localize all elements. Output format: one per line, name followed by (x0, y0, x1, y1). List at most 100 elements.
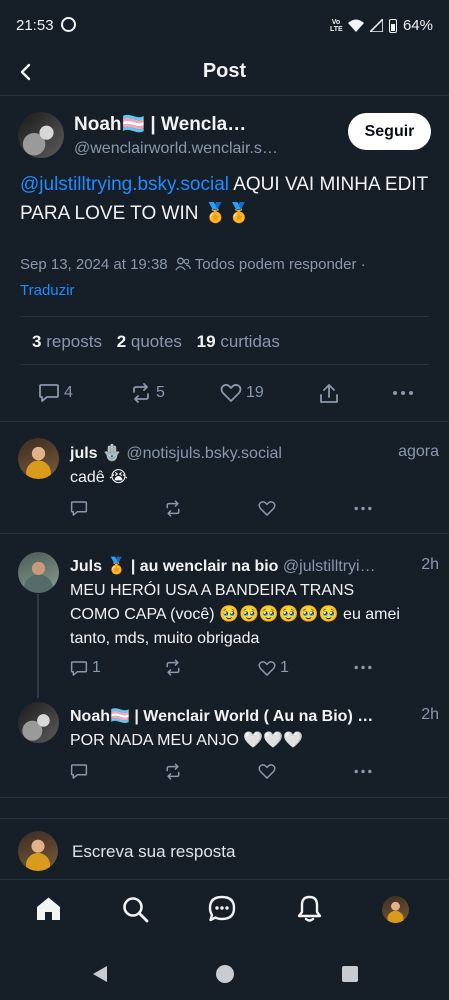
more-icon (354, 506, 372, 511)
reply-text: cadê 😭 (70, 469, 128, 486)
share-button[interactable] (318, 383, 340, 405)
reply-button[interactable] (70, 763, 88, 780)
likes-count: 19 (196, 332, 216, 351)
post-timestamp: Sep 13, 2024 at 19:38 (20, 256, 168, 273)
reply-handle[interactable]: @julstilltryi… (283, 558, 376, 575)
repost-button[interactable]: 5 (130, 383, 165, 403)
reply-icon (39, 384, 59, 402)
quotes-stat[interactable]: 2 quotes (117, 332, 182, 351)
reply-icon (70, 501, 88, 516)
battery-icon (388, 18, 397, 33)
author-avatar[interactable] (18, 112, 64, 158)
page-title: Post (202, 60, 247, 82)
search-icon[interactable] (122, 896, 149, 923)
status-indicators: Vo LTE 64% (330, 17, 433, 34)
reply-time: 2h (421, 706, 439, 723)
home-icon[interactable] (35, 896, 62, 922)
battery-percent: 64% (402, 17, 433, 34)
reply-button[interactable] (70, 500, 88, 517)
system-back-icon[interactable] (91, 964, 109, 984)
reply-avatar[interactable] (18, 438, 59, 479)
meta-separator: · (360, 256, 366, 273)
quotes-label: quotes (130, 332, 182, 351)
composer-divider (0, 818, 449, 819)
divider (0, 421, 449, 422)
repost-icon (166, 763, 180, 780)
reply-avatar[interactable] (18, 702, 59, 743)
more-options-button[interactable] (353, 763, 373, 780)
follow-button[interactable]: Seguir (348, 113, 431, 150)
repost-count: 5 (156, 384, 165, 401)
reply-header: Juls 🏅 | au wenclair na bio @julstilltry… (70, 556, 412, 576)
more-icon (354, 665, 372, 670)
reply-text: MEU HERÓI USA A BANDEIRA TRANS COMO CAPA… (70, 582, 400, 647)
composer-avatar (18, 831, 58, 871)
reply-composer-input[interactable]: Escreva sua resposta (72, 842, 235, 862)
divider (0, 797, 449, 798)
like-count: 19 (246, 384, 264, 401)
reply-text: POR NADA MEU ANJO 🤍🤍🤍 (70, 732, 304, 749)
more-icon (393, 391, 413, 395)
heart-icon (258, 501, 276, 516)
likes-stat[interactable]: 19 curtidas (197, 332, 280, 351)
repost-button[interactable] (164, 763, 182, 780)
reply-setting[interactable]: Todos podem responder (195, 256, 357, 273)
chat-icon[interactable] (208, 895, 236, 923)
reposts-stat[interactable]: 3 reposts (32, 332, 102, 351)
more-icon (354, 769, 372, 774)
share-icon (320, 384, 338, 403)
system-recents-icon[interactable] (341, 965, 359, 983)
like-button[interactable]: 19 (220, 383, 264, 403)
reply-button[interactable]: 1 (70, 659, 101, 677)
reply-handle[interactable]: @notisjuls.bsky.social (126, 445, 282, 462)
reply-button[interactable]: 4 (38, 383, 73, 403)
network-label: Vo LTE (329, 18, 343, 33)
divider (20, 316, 429, 317)
people-icon (175, 257, 191, 271)
mention-link[interactable]: @julstilltrying.bsky.social (20, 174, 229, 195)
reposts-count: 3 (32, 332, 42, 351)
reply-header: juls 🪬 @notisjuls.bsky.social (70, 443, 282, 463)
more-options-button[interactable] (353, 659, 373, 676)
reply-avatar[interactable] (18, 552, 59, 593)
system-home-icon[interactable] (215, 964, 235, 984)
reply-author[interactable]: Juls 🏅 | au wenclair na bio (70, 558, 278, 575)
like-button[interactable]: 1 (258, 659, 289, 677)
reply-count: 4 (64, 384, 73, 401)
reply-author[interactable]: juls 🪬 (70, 445, 122, 462)
repost-icon (166, 500, 180, 517)
repost-icon (166, 659, 180, 676)
more-options-button[interactable] (392, 383, 414, 403)
post-text: @julstilltrying.bsky.social AQUI VAI MIN… (20, 170, 440, 228)
wifi-icon (347, 19, 364, 32)
reply-time: 2h (421, 556, 439, 573)
repost-button[interactable] (164, 500, 182, 517)
like-button[interactable] (258, 500, 276, 517)
reply-author[interactable]: Noah🏳️‍⚧️ | Wenclair World ( Au na Bio) … (70, 708, 373, 725)
post-meta: Sep 13, 2024 at 19:38 Todos podem respon… (20, 256, 366, 273)
post-stats: 3 reposts 2 quotes 19 curtidas (32, 332, 290, 352)
heart-icon (258, 764, 276, 779)
divider (20, 364, 429, 365)
notifications-icon[interactable] (297, 895, 322, 923)
translate-link[interactable]: Traduzir (20, 282, 74, 299)
more-options-button[interactable] (353, 500, 373, 517)
quotes-count: 2 (116, 332, 127, 351)
like-count: 1 (280, 659, 289, 676)
reply-icon (70, 660, 88, 676)
heart-icon (220, 383, 242, 402)
repost-icon (133, 383, 149, 403)
divider (0, 533, 449, 534)
profile-avatar[interactable] (382, 896, 409, 923)
reply-header: Noah🏳️‍⚧️ | Wenclair World ( Au na Bio) … (70, 706, 408, 726)
header-divider (0, 95, 449, 96)
reply-count: 1 (92, 659, 101, 676)
author-name[interactable]: Noah🏳️‍⚧️ | Wencla… (74, 112, 246, 136)
whatsapp-icon (61, 17, 76, 32)
heart-icon (258, 660, 276, 676)
repost-button[interactable] (164, 659, 182, 676)
author-handle[interactable]: @wenclairworld.wenclair.s… (74, 140, 278, 158)
like-button[interactable] (258, 763, 276, 780)
likes-label: curtidas (220, 332, 280, 351)
reply-icon (70, 764, 88, 779)
